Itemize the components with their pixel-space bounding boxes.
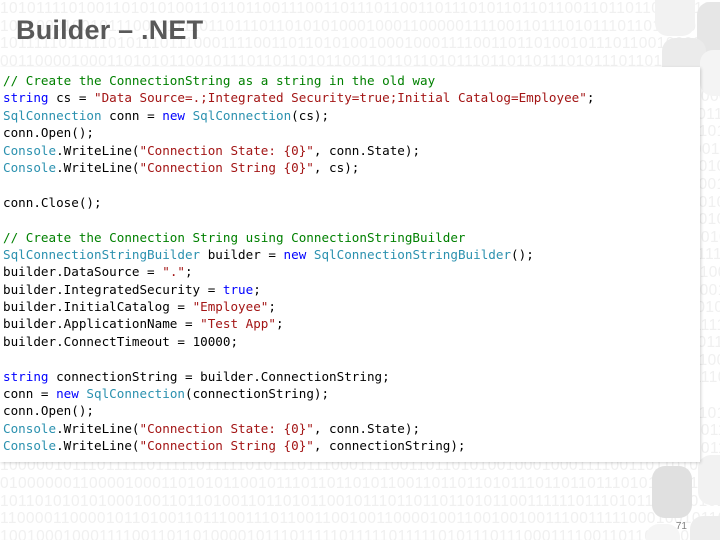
code-token-pln: builder.InitialCatalog = [3,299,193,315]
code-token-pln [185,108,193,123]
code-line: // Create the Connection String using Co… [3,229,594,246]
code-token-pln: conn = [101,107,163,123]
code-token-kw: new [56,386,79,402]
code-token-kw: string [3,90,49,106]
code-token-pln: .WriteLine( [56,438,140,454]
code-token-pln: .WriteLine( [56,420,140,436]
code-token-kw: new [162,107,185,123]
code-token-pln: ; [230,333,239,349]
code-token-pln: builder.ApplicationName = [3,316,201,332]
code-token-str: "Employee" [192,299,269,315]
code-token-typ: Console [3,159,57,175]
code-token-pln: builder.ConnectTimeout = [3,333,193,349]
binary-row: 1100001100001011010011011100111011001100… [0,510,720,528]
code-line: builder.DataSource = "."; [3,263,594,280]
code-line: conn = new SqlConnection(connectionStrin… [3,385,594,402]
code-token-pln: conn.Close(); [3,194,102,210]
code-line: Console.WriteLine("Connection String {0}… [3,159,594,176]
binary-row: 0100000011000010001101010110010111011011… [0,475,720,493]
code-token-pln: ; [275,316,284,332]
decorative-rounded-square [700,50,720,96]
code-listing: // Create the ConnectionString as a stri… [3,72,594,455]
decorative-rounded-square [697,2,720,56]
code-token-str: "Connection String {0}" [139,159,314,175]
code-line: builder.InitialCatalog = "Employee"; [3,298,594,315]
code-token-str: "Connection State: {0}" [139,142,314,158]
code-token-pln [306,247,314,262]
code-line: // Create the ConnectionString as a stri… [3,72,594,89]
code-token-pln: , conn.State); [313,142,421,158]
code-token-typ: SqlConnectionStringBuilder [313,246,512,262]
code-token-pln: ; [586,90,595,106]
code-token-pln: ; [253,281,261,297]
code-panel: // Create the ConnectionString as a stri… [0,67,700,462]
code-line: conn.Open(); [3,402,594,419]
code-token-str: "Connection String {0}" [139,438,314,454]
code-token-pln: cs = [48,90,94,106]
code-token-pln: builder.IntegratedSecurity = [3,281,223,297]
slide-number: 71 [675,521,687,532]
code-token-typ: SqlConnection [192,107,292,123]
decorative-rounded-square [655,0,695,36]
code-token-pln: conn.Open(); [3,125,94,141]
code-token-str: "." [162,264,185,280]
code-token-pln: builder.DataSource = [3,264,163,280]
code-line: string cs = "Data Source=.;Integrated Se… [3,89,594,106]
decorative-rounded-square [690,516,720,540]
code-token-pln: builder = [200,246,284,262]
code-token-typ: Console [3,142,57,158]
code-token-pln: , conn.State); [313,420,421,436]
binary-row: 1011010101010001001101101001101101011001… [0,492,720,510]
page-title: Builder – .NET [16,15,204,45]
code-token-str: "Data Source=.;Integrated Security=true;… [94,90,587,106]
code-line: builder.ConnectTimeout = 10000; [3,333,594,350]
code-token-pln: ; [184,264,193,280]
code-token-pln: conn.Open(); [3,403,94,419]
code-token-pln: conn = [3,386,57,402]
binary-row: 1001000100011110011011010000101110111110… [0,527,720,540]
title-area: Builder – .NET [16,12,656,56]
code-line: string connectionString = builder.Connec… [3,368,594,385]
code-token-pln: .WriteLine( [56,142,140,158]
code-token-str: "Connection State: {0}" [139,420,314,436]
code-token-kw: string [3,368,49,384]
code-token-pln: (cs); [291,107,330,123]
code-token-pln: connectionString = builder.ConnectionStr… [48,368,390,384]
code-token-typ: SqlConnectionStringBuilder [3,246,201,262]
code-token-kw: true [222,281,254,297]
code-token-pln: .WriteLine( [56,159,140,175]
code-token-kw: new [283,246,307,262]
code-line: Console.WriteLine("Connection State: {0}… [3,142,594,159]
code-token-pln: , cs); [313,159,360,175]
code-token-str: "Test App" [200,316,276,332]
code-token-typ: SqlConnection [86,386,185,402]
code-token-num: 10000 [192,333,231,349]
decorative-rounded-square [698,455,720,505]
code-line: conn.Close(); [3,194,594,211]
code-token-pln: (connectionString); [185,386,330,402]
code-token-pln: ; [268,299,276,315]
code-line: SqlConnectionStringBuilder builder = new… [3,246,594,263]
decorative-rounded-square [652,466,692,518]
code-line: Console.WriteLine("Connection String {0}… [3,437,594,454]
code-line: Console.WriteLine("Connection State: {0}… [3,420,594,437]
code-token-typ: Console [3,420,57,436]
slide-canvas: 1010111101001101010100110110110011100110… [0,0,720,540]
code-line: builder.ApplicationName = "Test App"; [3,315,594,332]
code-line: SqlConnection conn = new SqlConnection(c… [3,107,594,124]
code-token-typ: Console [3,438,57,454]
code-token-cmt: // Create the ConnectionString as a stri… [3,73,436,88]
code-token-pln: , connectionString); [313,438,466,454]
code-token-pln: (); [511,246,534,262]
code-line: conn.Open(); [3,124,594,141]
code-token-typ: SqlConnection [3,107,102,123]
code-line: builder.IntegratedSecurity = true; [3,281,594,298]
code-token-cmt: // Create the Connection String using Co… [3,229,466,245]
